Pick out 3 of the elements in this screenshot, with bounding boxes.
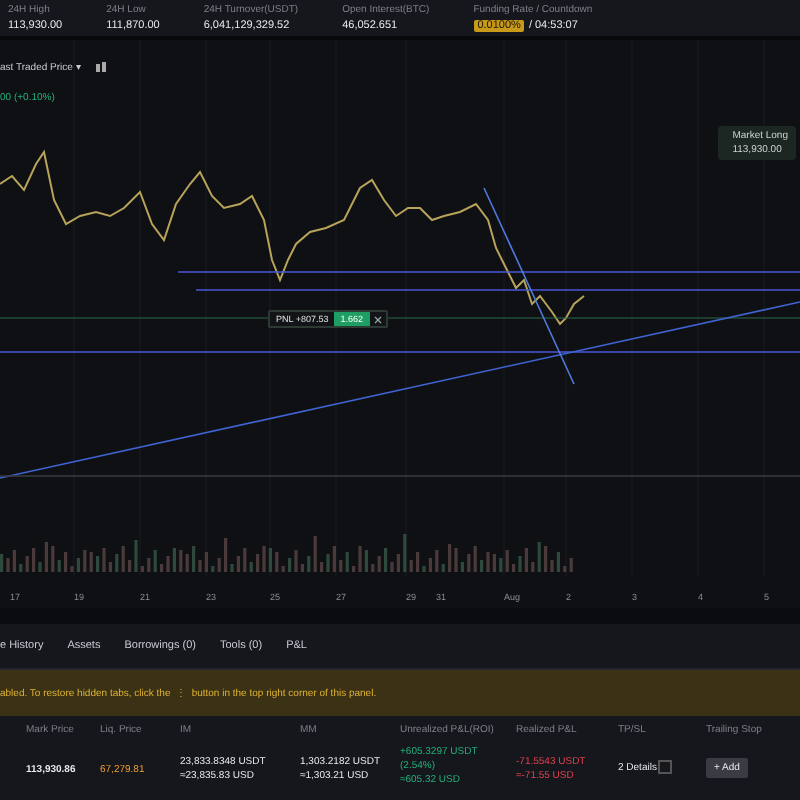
close-icon[interactable] <box>373 315 381 323</box>
candle-icon[interactable] <box>93 61 110 73</box>
edit-button[interactable] <box>658 760 673 774</box>
